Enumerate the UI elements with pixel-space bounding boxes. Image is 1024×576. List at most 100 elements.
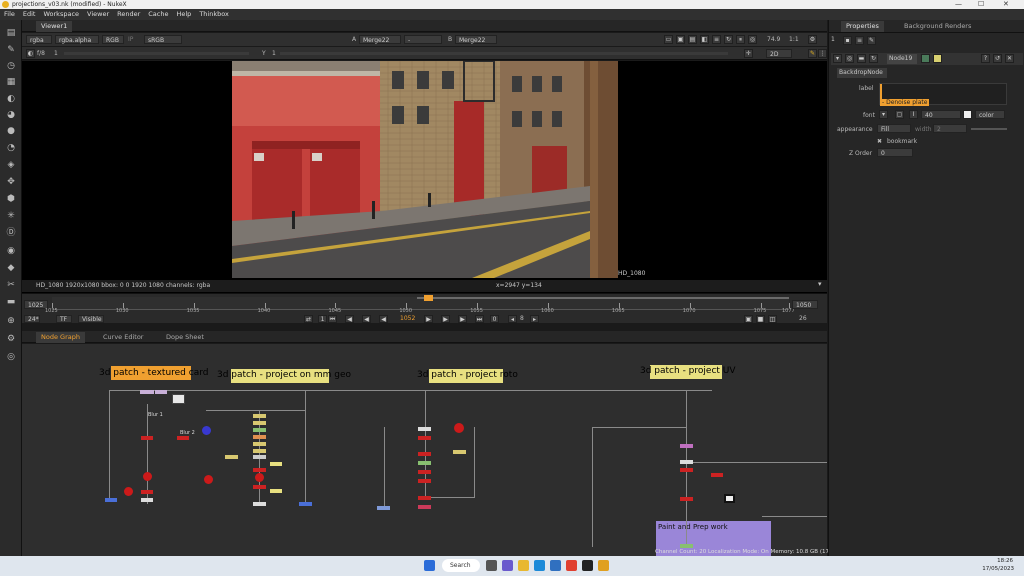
node[interactable]	[454, 423, 464, 433]
node[interactable]	[253, 435, 266, 439]
node[interactable]	[105, 498, 117, 502]
menu-render[interactable]: Render	[113, 9, 144, 20]
help-icon[interactable]: ?	[981, 54, 990, 63]
refresh-icon[interactable]: ↻	[724, 35, 733, 44]
node[interactable]	[418, 436, 431, 440]
next-frame-icon[interactable]: ▶	[441, 315, 450, 323]
refresh-icon[interactable]: ↻	[869, 54, 878, 63]
menu-file[interactable]: File	[0, 9, 19, 20]
node[interactable]	[680, 544, 693, 548]
info-menu-icon[interactable]: ▾	[818, 280, 822, 288]
node[interactable]	[680, 497, 693, 501]
panel-counter[interactable]: 1	[831, 36, 835, 43]
node[interactable]	[124, 487, 133, 496]
chat-icon[interactable]	[502, 560, 513, 571]
paint-icon[interactable]: ✎	[5, 45, 17, 55]
display-dropdown[interactable]: RGB	[102, 35, 124, 44]
color-icon[interactable]: ◐	[5, 94, 17, 104]
taskbar-search[interactable]: Search	[442, 559, 480, 572]
label-textarea[interactable]: - Denoise plate	[879, 83, 1007, 106]
tf-dropdown[interactable]: TF	[56, 315, 72, 323]
appearance-dropdown[interactable]: Fill	[877, 124, 911, 133]
graph-icon[interactable]: ◎	[845, 54, 854, 63]
menu-edit[interactable]: Edit	[19, 9, 40, 20]
tab-properties[interactable]: Properties	[841, 21, 884, 32]
collapse-icon[interactable]: ▾	[833, 54, 842, 63]
lut-dropdown[interactable]: sRGB	[144, 35, 182, 44]
last-frame-icon[interactable]: ⏭	[475, 315, 484, 323]
fps-dropdown[interactable]: 24*	[24, 315, 40, 323]
play-backward-icon[interactable]: ◀	[379, 315, 388, 323]
nuke-active-icon[interactable]	[598, 560, 609, 571]
tool-icon[interactable]: ▬	[857, 54, 866, 63]
mask-icon[interactable]: ◧	[700, 35, 709, 44]
loop-icon[interactable]: ◫	[768, 315, 777, 323]
frame-count[interactable]: 26	[799, 314, 807, 323]
node[interactable]	[253, 485, 266, 489]
menu-workspace[interactable]: Workspace	[39, 9, 83, 20]
tab-node-graph[interactable]: Node Graph	[36, 332, 85, 343]
tab-dope-sheet[interactable]: Dope Sheet	[161, 332, 209, 343]
b-input-dropdown[interactable]: Merge22	[455, 35, 497, 44]
minimize-button[interactable]: —	[955, 0, 962, 9]
flipbook-icon[interactable]: ▣	[744, 315, 753, 323]
node[interactable]	[418, 461, 431, 465]
channels-dropdown[interactable]: rgba	[26, 35, 52, 44]
node-graph[interactable]: 3d patch - textured card 3d patch - proj…	[22, 344, 827, 556]
cara-icon[interactable]: ⊕	[5, 316, 17, 326]
nuke-task-icon[interactable]	[582, 560, 593, 571]
task-view-icon[interactable]	[486, 560, 497, 571]
gear-icon[interactable]: ⚙	[5, 334, 17, 344]
menu-cache[interactable]: Cache	[144, 9, 172, 20]
node-name-icon[interactable]: ≡	[855, 36, 864, 45]
list-icon[interactable]: ≡	[712, 35, 721, 44]
zorder-field[interactable]: 0	[877, 148, 913, 157]
node[interactable]	[418, 505, 431, 509]
color-swatch-icon[interactable]	[933, 54, 942, 63]
node[interactable]	[143, 472, 152, 481]
node[interactable]	[418, 470, 431, 474]
tab-background-renders[interactable]: Background Renders	[899, 21, 976, 32]
node[interactable]	[253, 502, 266, 506]
layers-icon[interactable]: ▦	[5, 77, 17, 87]
node[interactable]	[418, 452, 431, 456]
clock-time[interactable]: 18:26	[985, 558, 1013, 564]
menu-thinkbox[interactable]: Thinkbox	[195, 9, 233, 20]
zoom-value[interactable]: 74.9	[767, 35, 780, 44]
playhead-marker[interactable]	[424, 295, 433, 301]
keyer-icon[interactable]: ◔	[5, 143, 17, 153]
frame-increment[interactable]: 1	[54, 49, 58, 58]
node[interactable]	[418, 496, 431, 500]
particle-icon[interactable]: ✳	[5, 211, 17, 221]
roi-icon[interactable]: ▭	[664, 35, 673, 44]
node[interactable]	[453, 450, 466, 454]
node[interactable]	[270, 462, 282, 466]
gain-icon[interactable]: ◐	[26, 49, 35, 58]
node[interactable]	[253, 421, 266, 425]
deep-icon[interactable]: Ⓓ	[5, 228, 17, 238]
width-slider[interactable]	[971, 128, 1007, 130]
font-size-field[interactable]: 40	[921, 110, 961, 119]
ip-toggle[interactable]: IP	[128, 35, 133, 44]
visible-dropdown[interactable]: Visible	[78, 315, 104, 323]
node[interactable]	[680, 444, 693, 448]
crosshair-icon[interactable]: ✛	[744, 49, 753, 58]
node[interactable]	[225, 455, 238, 459]
timeline-end[interactable]: 1050	[792, 300, 818, 309]
toolsets-icon[interactable]: ✂	[5, 280, 17, 290]
explorer-icon[interactable]	[518, 560, 529, 571]
float-icon[interactable]: ✎	[867, 36, 876, 45]
close-button[interactable]: ✕	[1003, 0, 1009, 9]
node[interactable]	[155, 390, 167, 394]
tab-viewer1[interactable]: Viewer1	[36, 21, 73, 32]
view-mode-dropdown[interactable]: 2D	[766, 49, 792, 58]
color-swatch-icon[interactable]	[921, 54, 930, 63]
node[interactable]	[253, 468, 266, 472]
node[interactable]	[253, 449, 266, 453]
clock-icon[interactable]: ◷	[5, 61, 17, 71]
node[interactable]	[711, 473, 723, 477]
timeline-ruler[interactable]	[52, 297, 789, 310]
node[interactable]	[255, 473, 264, 482]
node[interactable]	[418, 479, 431, 483]
prev-frame-icon[interactable]: ◀	[362, 315, 371, 323]
